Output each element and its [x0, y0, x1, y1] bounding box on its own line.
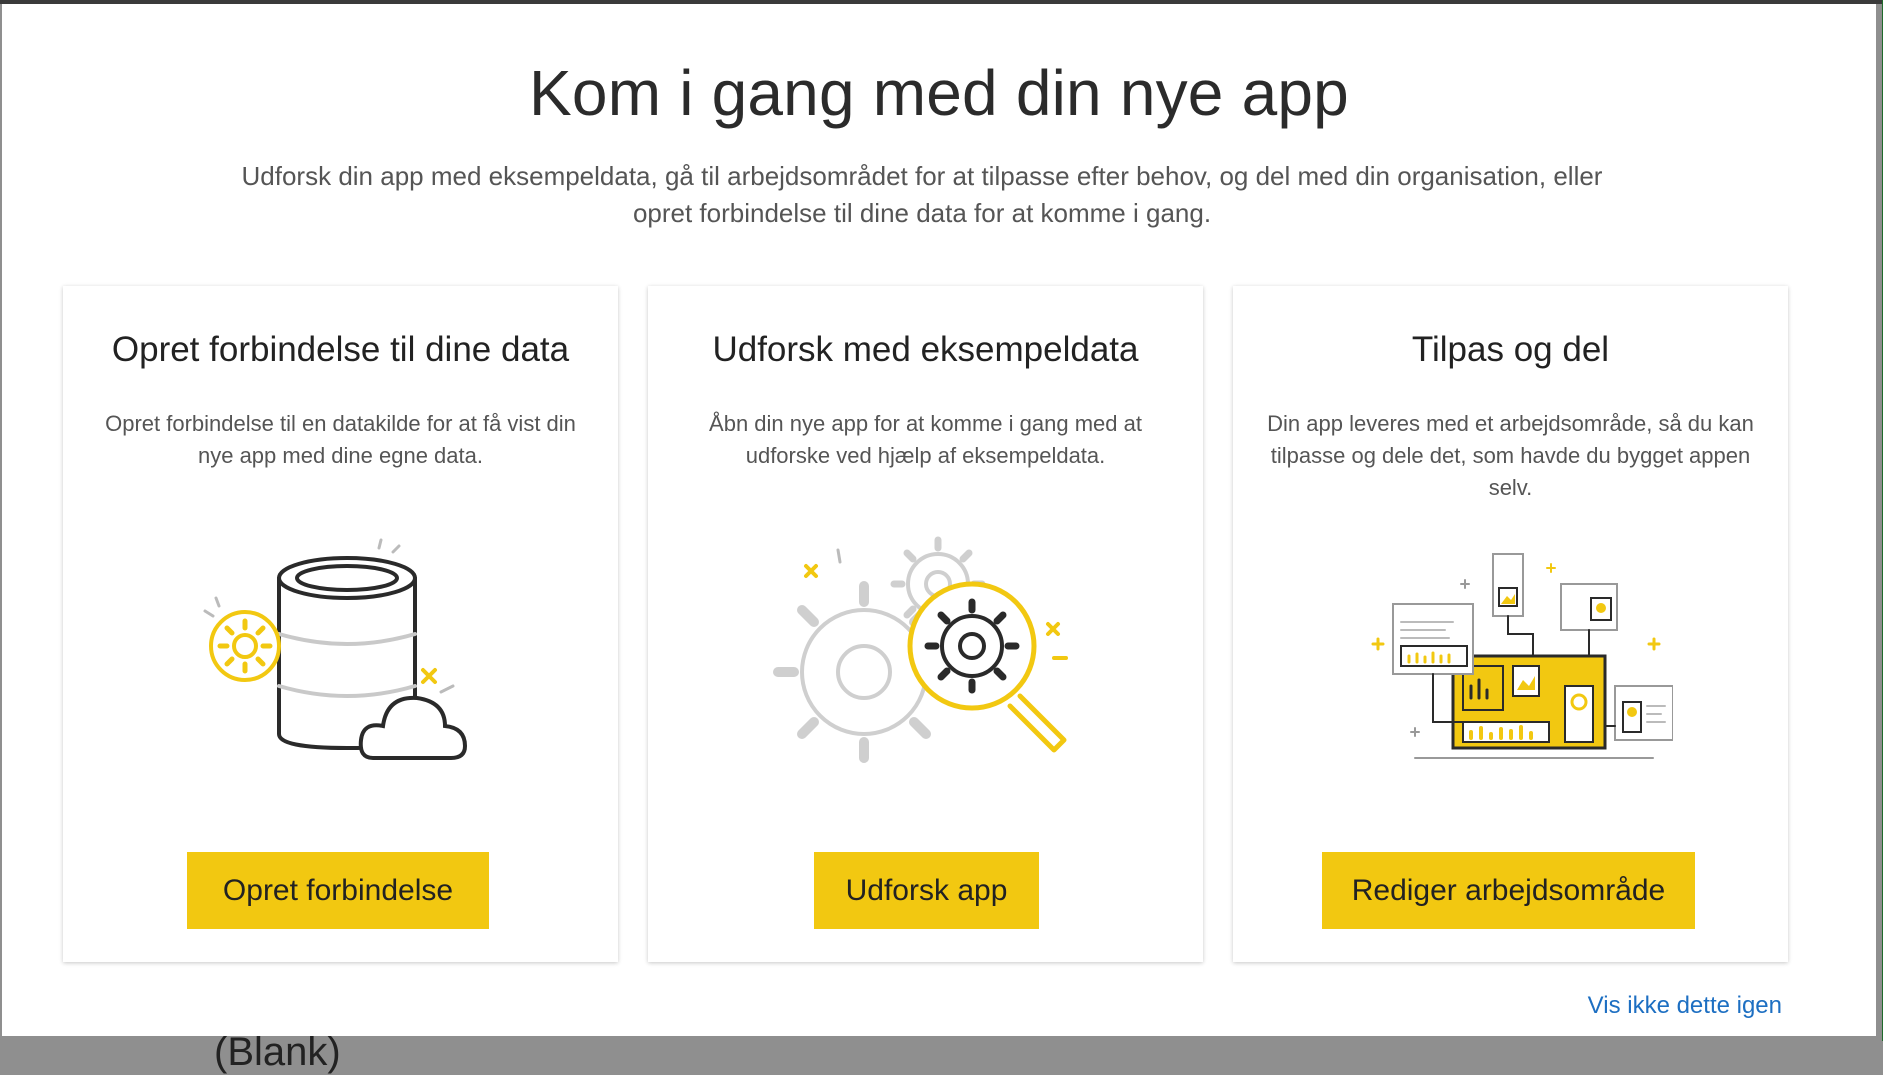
- card-customize-share: Tilpas og del Din app leveres med et arb…: [1233, 286, 1788, 962]
- card-title: Tilpas og del: [1411, 330, 1610, 369]
- card-title: Opret forbindelse til dine data: [111, 330, 570, 369]
- connect-button[interactable]: Opret forbindelse: [187, 852, 489, 929]
- card-title: Udforsk med eksempeldata: [712, 330, 1139, 369]
- dont-show-again-link[interactable]: Vis ikke dette igen: [1588, 992, 1782, 1020]
- edit-workspace-button[interactable]: Rediger arbejdsområde: [1322, 852, 1695, 929]
- background-partial-text: (Blank): [214, 1030, 341, 1074]
- dialog-title: Kom i gang med din nye app: [529, 57, 1349, 129]
- gears-magnifier-icon: [773, 536, 1068, 763]
- dialog-subtitle: Udforsk din app med eksempeldata, gå til…: [241, 161, 1603, 228]
- explore-app-button[interactable]: Udforsk app: [814, 852, 1039, 929]
- card-description: Opret forbindelse til en datakilde for a…: [105, 411, 576, 468]
- card-description: Din app leveres med et arbejdsområde, så…: [1267, 411, 1754, 500]
- card-description: Åbn din nye app for at komme i gang med …: [709, 411, 1142, 468]
- get-started-dialog: Kom i gang med din nye app Udforsk din a…: [2, 4, 1876, 1036]
- database-cloud-icon: [203, 538, 468, 760]
- card-explore-sample: Udforsk med eksempeldata Åbn din nye app…: [648, 286, 1203, 962]
- dashboard-network-icon: [1371, 553, 1673, 759]
- card-connect-data: Opret forbindelse til dine data Opret fo…: [63, 286, 618, 962]
